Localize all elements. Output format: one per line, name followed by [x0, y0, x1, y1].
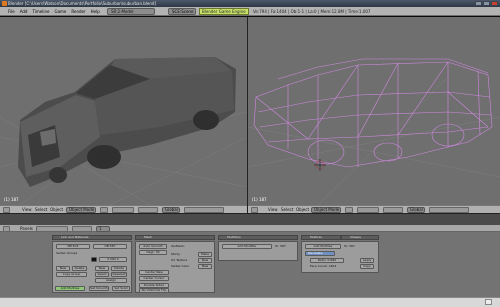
vgroup-new-button[interactable]: New [56, 266, 70, 271]
vertex-color-label: Vertex Color [171, 264, 190, 268]
viewport-frame-label: (1) 187 [4, 197, 19, 202]
center-new-button[interactable]: Center New [139, 270, 169, 275]
screen-selector[interactable]: SR:2-Model [107, 8, 155, 15]
menu-file[interactable]: File [8, 7, 15, 15]
close-button[interactable] [491, 1, 498, 6]
mesh-panel: Auto Smooth Degr: 30 TexMesh: Sticky Mak… [135, 241, 215, 293]
frame-number-field[interactable]: 1 [96, 226, 110, 232]
buttons-header: Panels 1 [0, 225, 500, 232]
wireframe-car-model [248, 58, 500, 205]
modifiers-target-label: To: 587 [275, 244, 286, 248]
window-title: Blender [C:\Users\Watson\Documents\Portf… [8, 1, 157, 6]
set-solid-button[interactable]: Set Solid [112, 286, 130, 291]
material-new-button[interactable]: New [95, 266, 109, 271]
render-engine-selector[interactable]: Blender Game Engine [199, 8, 249, 15]
center-cursor-button[interactable]: Center Cursor [139, 276, 169, 281]
sticky-make-button[interactable]: Make [198, 252, 212, 257]
menu-render[interactable]: Render [71, 7, 85, 15]
material-assign-button[interactable]: Assign [95, 278, 127, 283]
maximize-button[interactable] [483, 1, 490, 6]
panel-tab-shapes[interactable]: Shapes [341, 235, 379, 240]
panel-tab-link-materials[interactable]: Link and Materials [52, 235, 132, 240]
decimate-modifier-header[interactable]: Decimate [305, 251, 335, 256]
add-multires-button[interactable]: Add Multires [305, 244, 341, 249]
window-controls [475, 1, 498, 6]
editor-type-button[interactable] [3, 226, 10, 232]
viewport-header-right: View Select Object Object Mode Global [248, 205, 500, 213]
info-header: File Add Timeline Game Render Help SR:2-… [0, 7, 500, 16]
uv-texture-new-button[interactable]: New [198, 258, 212, 263]
decimate-ratio-field[interactable]: Ratio: 0.680 [310, 258, 344, 263]
status-bar [0, 297, 500, 307]
add-modifier-button[interactable]: Add Modifier [222, 244, 272, 249]
window-titlebar: Blender [C:\Users\Watson\Documents\Portf… [0, 0, 500, 7]
set-smooth-button[interactable]: Set Smooth [89, 286, 109, 291]
viewport-frame-label: (1) 187 [252, 197, 267, 202]
viewport-divider[interactable] [247, 17, 248, 213]
scene-stats: Ve:794 | Fa:1404 | Ob:1-1 | La:0 | Mem:1… [253, 9, 371, 14]
material-index-field[interactable]: 0 Mat 2 [99, 257, 127, 262]
context-buttons[interactable] [36, 226, 68, 232]
degr-field[interactable]: Degr: 30 [139, 250, 167, 255]
material-color-swatch[interactable] [91, 257, 97, 262]
modifiers-panel: Add Modifier To: 587 [218, 241, 298, 261]
no-vnormal-flip-toggle[interactable]: No V.Normal Flip [139, 288, 169, 293]
resize-handle-icon[interactable] [485, 299, 492, 305]
vertex-color-new-button[interactable]: New [198, 264, 212, 269]
multires-target-label: To: 587 [344, 244, 355, 248]
vertex-groups-label: Vertex Groups [56, 251, 78, 255]
material-select-button[interactable]: Select [95, 272, 109, 277]
area-divider[interactable] [0, 213, 500, 225]
material-deselect-button[interactable]: Deselect [111, 272, 127, 277]
uv-texture-label: UV Texture [171, 258, 188, 262]
panel-tab-mesh[interactable]: Mesh [135, 235, 215, 240]
blender-app-icon [2, 1, 7, 6]
multires-panel: Add Multires To: 587 Decimate Ratio: 0.6… [301, 241, 379, 273]
viewport-wireframe[interactable]: (1) 187 [248, 17, 500, 205]
panel-tab-modifiers[interactable]: Modifiers [218, 235, 298, 240]
minimize-button[interactable] [475, 1, 482, 6]
copy-modifier-button[interactable]: Copy [360, 264, 374, 269]
texmesh-label: TexMesh: [171, 244, 185, 248]
panels-menu[interactable]: Panels [20, 226, 33, 232]
sticky-label: Sticky [171, 252, 180, 256]
copy-group-button[interactable]: Copy Group [56, 272, 87, 277]
vgroup-delete-button[interactable]: Delete [72, 266, 87, 271]
solid-car-model [0, 57, 247, 205]
scene-selector[interactable]: SCE:Scene [168, 8, 196, 15]
material-delete-button[interactable]: Delete [111, 266, 127, 271]
apply-modifier-button[interactable]: Apply [360, 258, 374, 263]
menu-help[interactable]: Help [91, 7, 100, 15]
auto-smooth-toggle[interactable]: Auto Smooth [139, 244, 167, 249]
object-name-field[interactable]: OB:587 [93, 244, 127, 249]
viewport-solid[interactable]: (1) 187 [0, 17, 247, 205]
face-count-label: Face Count: 1404 [310, 264, 337, 268]
mesh-name-field[interactable]: ME:Ec6 [56, 244, 90, 249]
menu-add[interactable]: Add [20, 7, 28, 15]
menu-timeline[interactable]: Timeline [32, 7, 49, 15]
blender-window: Blender [C:\Users\Watson\Documents\Portf… [0, 0, 500, 307]
menu-game[interactable]: Game [54, 7, 66, 15]
main-menu: File Add Timeline Game Render Help [8, 7, 100, 15]
viewport-header-left: View Select Object Object Mode Global [0, 205, 247, 213]
subcontext-buttons[interactable] [72, 226, 92, 232]
add-multires-bottom-button[interactable]: Add Multires [55, 286, 85, 291]
panel-tab-multires[interactable]: Multires [301, 235, 341, 240]
